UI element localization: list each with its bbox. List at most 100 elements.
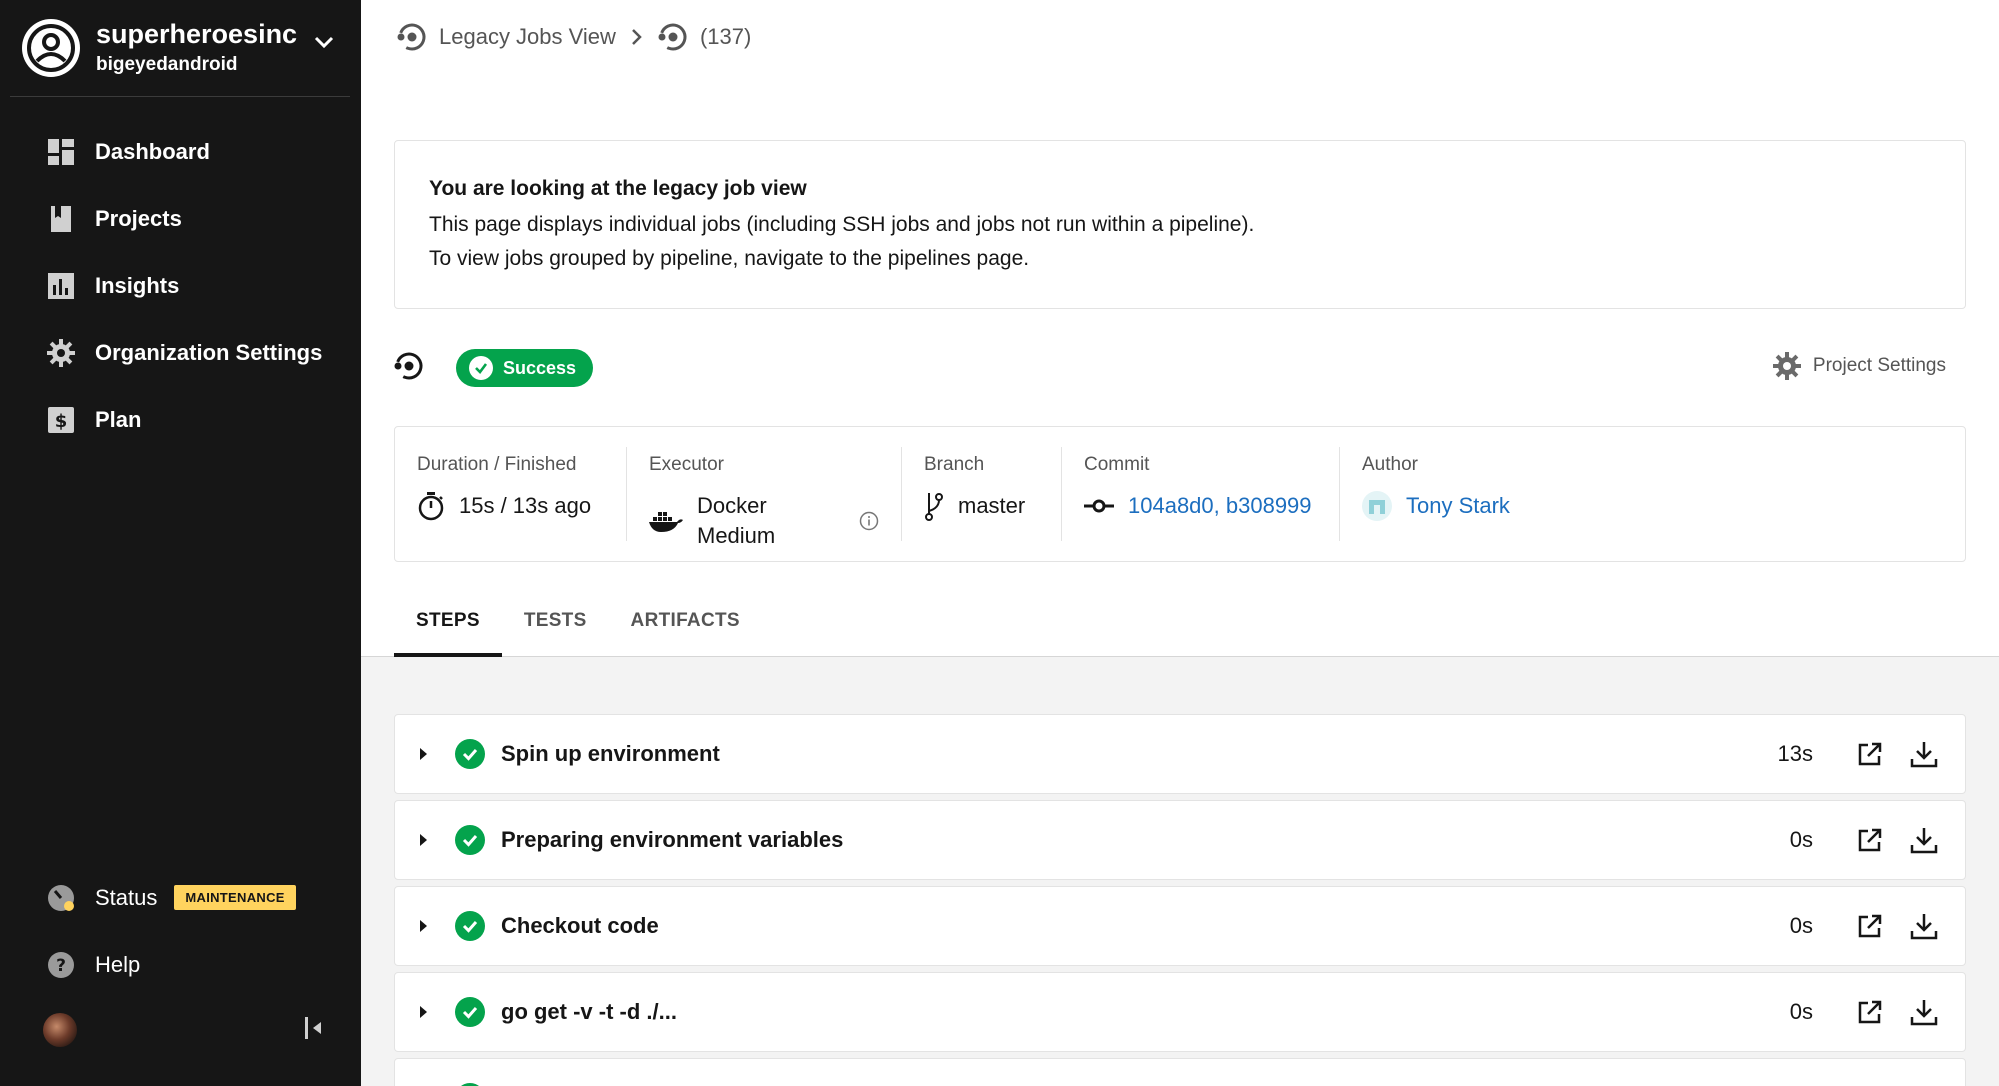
step-duration: 13s xyxy=(1777,741,1813,766)
breadcrumb-job-number: (137) xyxy=(699,24,752,49)
circleci-logo-icon xyxy=(658,22,688,52)
org-avatar-icon xyxy=(22,19,80,77)
step-name: Spin up environment xyxy=(501,741,720,766)
job-metadata: Duration / Finished 15s / 13s ago Execut… xyxy=(394,426,1966,562)
commit-link[interactable]: 104a8d0, b308999 xyxy=(1128,491,1312,521)
download-icon[interactable] xyxy=(1897,912,1951,940)
collapse-sidebar-icon[interactable] xyxy=(303,1016,323,1044)
sidebar-item-status[interactable]: Status MAINTENANCE xyxy=(0,864,361,931)
tab-tests[interactable]: TESTS xyxy=(502,600,609,657)
gear-icon xyxy=(1772,352,1801,380)
info-icon[interactable] xyxy=(859,511,879,531)
maintenance-badge: MAINTENANCE xyxy=(174,885,296,910)
sidebar-item-help[interactable]: ? Help xyxy=(0,931,361,998)
download-icon[interactable] xyxy=(1897,826,1951,854)
user-row xyxy=(43,1010,323,1050)
author-avatar xyxy=(1362,491,1392,521)
sidebar-item-organization-settings[interactable]: Organization Settings xyxy=(0,319,361,386)
author-label: Author xyxy=(1362,454,1418,475)
step-row[interactable]: Checkout code 0s xyxy=(394,886,1966,966)
git-branch-icon xyxy=(924,491,944,521)
tab-artifacts[interactable]: ARTIFACTS xyxy=(609,600,762,657)
step-row[interactable]: Preparing environment variables 0s xyxy=(394,800,1966,880)
check-icon xyxy=(469,356,493,380)
stopwatch-icon xyxy=(417,491,445,521)
breadcrumb-legacy-jobs-link[interactable]: Legacy Jobs View xyxy=(439,24,616,50)
sidebar-item-label: Insights xyxy=(95,272,180,298)
bar-chart-icon xyxy=(47,272,75,300)
step-duration: 0s xyxy=(1789,827,1813,852)
help-icon: ? xyxy=(47,951,75,979)
branch-field: Branch master xyxy=(902,447,1062,541)
sidebar-bottom: Status MAINTENANCE ? Help xyxy=(0,864,361,998)
org-switcher[interactable]: superheroesinc bigeyedandroid xyxy=(10,0,350,97)
job-tabs: STEPS TESTS ARTIFACTS xyxy=(394,600,762,657)
sidebar-item-label: Organization Settings xyxy=(95,339,323,365)
status-badge: Success xyxy=(456,349,594,387)
git-commit-icon xyxy=(1084,499,1114,513)
speedometer-icon xyxy=(47,884,75,912)
sidebar-item-dashboard[interactable]: Dashboard xyxy=(0,118,361,185)
branch-value: master xyxy=(958,493,1026,518)
external-link-icon[interactable] xyxy=(1843,913,1897,939)
dashboard-icon xyxy=(47,138,75,166)
step-row[interactable]: go get -v -t -d ./... 0s xyxy=(394,972,1966,1052)
svg-text:?: ? xyxy=(56,956,66,976)
help-label: Help xyxy=(95,951,141,977)
success-check-icon xyxy=(455,739,485,769)
step-name: go get -v -t -d ./... xyxy=(501,999,677,1024)
step-row[interactable] xyxy=(394,1058,1966,1086)
external-link-icon[interactable] xyxy=(1843,827,1897,853)
dollar-icon: $ xyxy=(47,406,75,434)
status-badge-label: Success xyxy=(503,357,577,378)
author-field: Author Tony Stark xyxy=(1340,447,1640,541)
duration-value: 15s / 13s ago xyxy=(459,493,592,518)
branch-label: Branch xyxy=(924,454,985,475)
svg-text:$: $ xyxy=(55,411,68,432)
caret-right-icon xyxy=(419,919,459,933)
step-name: Checkout code xyxy=(501,913,659,938)
chevron-down-icon xyxy=(312,30,336,59)
status-label: Status xyxy=(95,884,158,910)
sidebar-item-projects[interactable]: Projects xyxy=(0,185,361,252)
executor-value: Docker Medium xyxy=(697,493,776,548)
sidebar-item-plan[interactable]: $ Plan xyxy=(0,386,361,453)
download-icon[interactable] xyxy=(1897,740,1951,768)
circleci-logo-icon xyxy=(394,351,424,386)
success-check-icon xyxy=(455,997,485,1027)
executor-label: Executor xyxy=(649,454,724,475)
sidebar-item-label: Dashboard xyxy=(95,138,210,164)
legacy-notice-line: This page displays individual jobs (incl… xyxy=(429,213,1255,236)
breadcrumb: Legacy Jobs View (137) xyxy=(397,22,751,52)
caret-right-icon xyxy=(419,1005,459,1019)
sidebar: superheroesinc bigeyedandroid Dashboard … xyxy=(0,0,361,1086)
main-content: Legacy Jobs View (137) You are looking a… xyxy=(361,0,1999,1086)
commit-label: Commit xyxy=(1084,454,1150,475)
commit-field: Commit 104a8d0, b308999 xyxy=(1062,447,1340,541)
book-icon xyxy=(47,205,75,233)
user-avatar[interactable] xyxy=(43,1013,77,1047)
external-link-icon[interactable] xyxy=(1843,741,1897,767)
project-settings-button[interactable]: Project Settings xyxy=(1772,352,1946,380)
job-header-area: Legacy Jobs View (137) You are looking a… xyxy=(361,0,1999,657)
job-status-row: Success Project Settings xyxy=(394,348,1966,388)
chevron-right-icon xyxy=(630,28,644,46)
step-row[interactable]: Spin up environment 13s xyxy=(394,714,1966,794)
duration-field: Duration / Finished 15s / 13s ago xyxy=(395,447,627,541)
sidebar-nav: Dashboard Projects Insights Organization… xyxy=(0,118,361,453)
sidebar-item-label: Projects xyxy=(95,205,182,231)
legacy-notice: You are looking at the legacy job view T… xyxy=(394,140,1966,309)
caret-right-icon xyxy=(419,747,459,761)
download-icon[interactable] xyxy=(1897,998,1951,1026)
caret-right-icon xyxy=(419,833,459,847)
sidebar-item-insights[interactable]: Insights xyxy=(0,252,361,319)
step-name: Preparing environment variables xyxy=(501,827,844,852)
circleci-logo-icon xyxy=(397,22,427,52)
author-link[interactable]: Tony Stark xyxy=(1406,491,1510,521)
steps-list: Spin up environment 13s Preparing enviro… xyxy=(361,657,1999,1086)
legacy-notice-line: To view jobs grouped by pipeline, naviga… xyxy=(429,247,1030,270)
docker-icon xyxy=(649,509,683,533)
external-link-icon[interactable] xyxy=(1843,999,1897,1025)
success-check-icon xyxy=(455,825,485,855)
tab-steps[interactable]: STEPS xyxy=(394,600,502,657)
